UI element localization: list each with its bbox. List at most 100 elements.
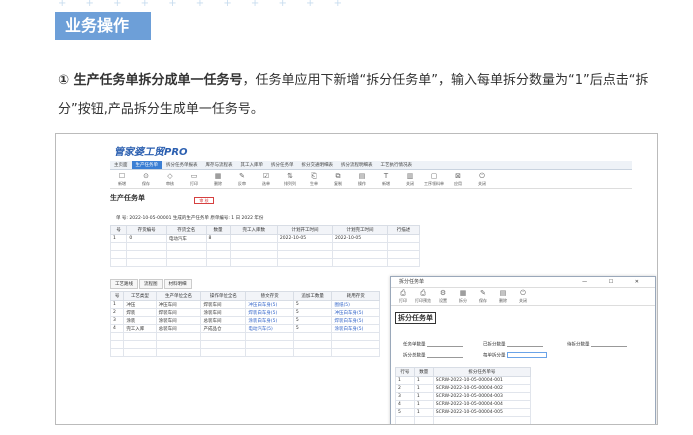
table-cell: 1 xyxy=(395,376,415,385)
table-cell: 2 xyxy=(395,384,415,393)
table-cell xyxy=(109,332,125,341)
table-cell xyxy=(200,332,247,341)
toolbar-button-1[interactable]: ⊙ 保存 xyxy=(134,172,158,187)
table-row[interactable]: 5 1 SCRW-2022-10-05-00004-005 xyxy=(395,408,532,417)
toolbar-button-3[interactable]: ▭ 打印 xyxy=(182,172,206,187)
toolbar-button-2[interactable]: ◇ 审核 xyxy=(158,172,182,187)
table-cell: 冲压车间 xyxy=(155,300,202,309)
column-header: 耗用存货 xyxy=(331,291,380,301)
table-row[interactable]: 1 0 电动汽车 8 2022-10-05 2022-10-05 xyxy=(109,234,420,243)
toolbar-button-1[interactable]: ⎙ 打印预览 xyxy=(413,289,433,304)
toolbar-button-9[interactable]: ⧉ 复制 xyxy=(326,172,350,187)
dialog-heading: 拆分任务单 xyxy=(395,312,436,324)
tab-5[interactable]: 拆分任务单 xyxy=(267,161,298,169)
toolbar-button-8[interactable]: ⎗ 生单 xyxy=(302,172,326,187)
empty-row xyxy=(109,340,380,349)
approved-stamp: 审 核 xyxy=(194,197,214,204)
tab-1[interactable]: 生产任务单 xyxy=(131,161,162,169)
pending-qty-input[interactable] xyxy=(590,341,627,347)
tab-0[interactable]: 主页面 xyxy=(110,161,132,169)
toolbar-button-3[interactable]: ▦ 拆分 xyxy=(453,289,473,304)
toolbar-label: 复制 xyxy=(334,181,342,186)
toolbar-button-4[interactable]: ✎ 保存 xyxy=(473,289,493,304)
per-qty-field[interactable]: 每单拆分量 xyxy=(483,352,547,359)
total-qty-input[interactable] xyxy=(426,352,463,358)
subtab-1[interactable]: 流程图 xyxy=(139,279,163,289)
pending-qty-field[interactable]: 待拆分数量 xyxy=(567,341,627,348)
empty-row xyxy=(109,242,420,251)
tab-4[interactable]: 其工入库单 xyxy=(237,161,268,169)
table-cell xyxy=(414,425,433,426)
toolbar-label: 生单 xyxy=(310,181,318,186)
per-qty-label: 每单拆分量 xyxy=(483,353,506,359)
toolbar-button-13[interactable]: ▢ 工序领料单 xyxy=(422,172,446,187)
toolbar-icon: ▤ xyxy=(358,172,366,180)
table-cell: 电动汽车 xyxy=(165,234,207,243)
toolbar-button-15[interactable]: ⏻ 关闭 xyxy=(470,172,494,187)
split-qty-field[interactable]: 已拆分数量 xyxy=(483,341,543,348)
tab-2[interactable]: 拆分任务单报表 xyxy=(162,161,202,169)
tab-3[interactable]: 库存与流程表 xyxy=(202,161,237,169)
toolbar-button-7[interactable]: ⇅ 排列列 xyxy=(278,172,302,187)
task-qty-input[interactable] xyxy=(426,341,463,347)
table-row[interactable]: 1 冲压 冲压车间 焊装车间 冲压白车身(5) 5 图纸(5) xyxy=(109,300,380,309)
table-row[interactable]: 1 1 SCRW-2022-10-05-00004-001 xyxy=(395,376,532,385)
per-qty-input[interactable] xyxy=(506,352,547,358)
subtab-0[interactable]: 工艺路线 xyxy=(110,279,138,289)
table-cell: 涂装车间 xyxy=(200,308,247,317)
split-qty-input[interactable] xyxy=(506,341,543,347)
table-header-row: 号工艺类型 生产单位全名 操作单位全名 替文存货 追加工数量 耗用存货 xyxy=(109,291,380,301)
table-row[interactable]: 4 1 SCRW-2022-10-05-00004-004 xyxy=(395,400,532,409)
window-controls[interactable]: — ☐ ✕ xyxy=(582,277,649,288)
toolbar-icon: T xyxy=(383,172,389,180)
table-cell xyxy=(413,416,434,424)
table-cell: 涂装白车身(5) xyxy=(331,324,380,333)
toolbar-button-10[interactable]: ▤ 操作 xyxy=(350,172,374,187)
table-cell: 5 xyxy=(292,300,333,309)
table-row[interactable]: 3 涂装 涂装车间 总装车间 涂装白车身(5) 5 焊装白车身(5) xyxy=(109,316,380,325)
toolbar-button-2[interactable]: ⚙ 设置 xyxy=(433,289,453,304)
toolbar-button-12[interactable]: ▥ 关闭 xyxy=(398,172,422,187)
table-row[interactable]: 2 1 SCRW-2022-10-05-00004-002 xyxy=(395,384,532,393)
column-header: 数量 xyxy=(205,225,231,235)
subtab-2[interactable]: 材料明细 xyxy=(163,279,192,289)
section-tag: 业务操作 xyxy=(55,12,151,40)
task-qty-field[interactable]: 任务单数量 xyxy=(403,341,463,348)
toolbar-icon: ▭ xyxy=(190,172,198,180)
toolbar-button-14[interactable]: ⊠ 应用 xyxy=(446,172,470,187)
table-cell xyxy=(155,340,202,349)
toolbar-label: 设置 xyxy=(439,298,447,303)
toolbar-button-5[interactable]: ▤ 删除 xyxy=(493,289,513,304)
toolbar-button-0[interactable]: ☐ 新增 xyxy=(110,172,134,187)
toolbar-label: 审核 xyxy=(166,181,174,186)
table-cell xyxy=(245,348,294,357)
column-header: 行描述 xyxy=(387,225,420,235)
tab-7[interactable]: 拆分流程明细表 xyxy=(337,161,377,169)
toolbar-button-11[interactable]: T 新增 xyxy=(374,172,398,187)
tab-6[interactable]: 拆分交通明细表 xyxy=(298,161,338,169)
table-cell xyxy=(331,340,380,349)
toolbar-icon: ⚙ xyxy=(439,289,447,297)
table-cell: 8 xyxy=(205,234,231,243)
column-header: 完工入库数 xyxy=(229,225,278,235)
tab-8[interactable]: 工艺执行情况表 xyxy=(377,161,417,169)
total-qty-field[interactable]: 拆分总数量 xyxy=(403,352,463,359)
table-cell: 涂装白车身(5) xyxy=(245,316,294,325)
table-cell: 总装车间 xyxy=(200,316,247,325)
toolbar-label: 关闭 xyxy=(519,298,527,303)
table-header-row: 号存货编号 存货全名 数量 完工入库数 计划开工时间 计划完工时间 行描述 xyxy=(109,225,420,235)
table-cell xyxy=(109,258,128,267)
toolbar-button-4[interactable]: ▦ 删除 xyxy=(206,172,230,187)
toolbar-button-6[interactable]: ☑ 选单 xyxy=(254,172,278,187)
table-row[interactable]: 3 1 SCRW-2022-10-05-00004-003 xyxy=(395,392,532,401)
toolbar-button-6[interactable]: ⏻ 关闭 xyxy=(513,289,533,304)
toolbar-label: 打印预览 xyxy=(415,298,431,303)
toolbar-button-5[interactable]: ✎ 反审 xyxy=(230,172,254,187)
table-cell xyxy=(205,258,231,267)
toolbar-button-0[interactable]: ⎙ 打印 xyxy=(393,289,413,304)
toolbar-icon: ✎ xyxy=(239,172,245,180)
table-cell: SCRW-2022-10-05-00004-003 xyxy=(432,392,532,401)
toolbar-label: 新增 xyxy=(118,181,126,186)
table-row[interactable]: 4 完工入库 总装车间 产成品仓 电动汽车(5) 5 涂装白车身(5) xyxy=(109,324,380,333)
table-row[interactable]: 2 焊装 焊装车间 涂装车间 焊装白车身(5) 5 冲压白车身(5) xyxy=(109,308,380,317)
